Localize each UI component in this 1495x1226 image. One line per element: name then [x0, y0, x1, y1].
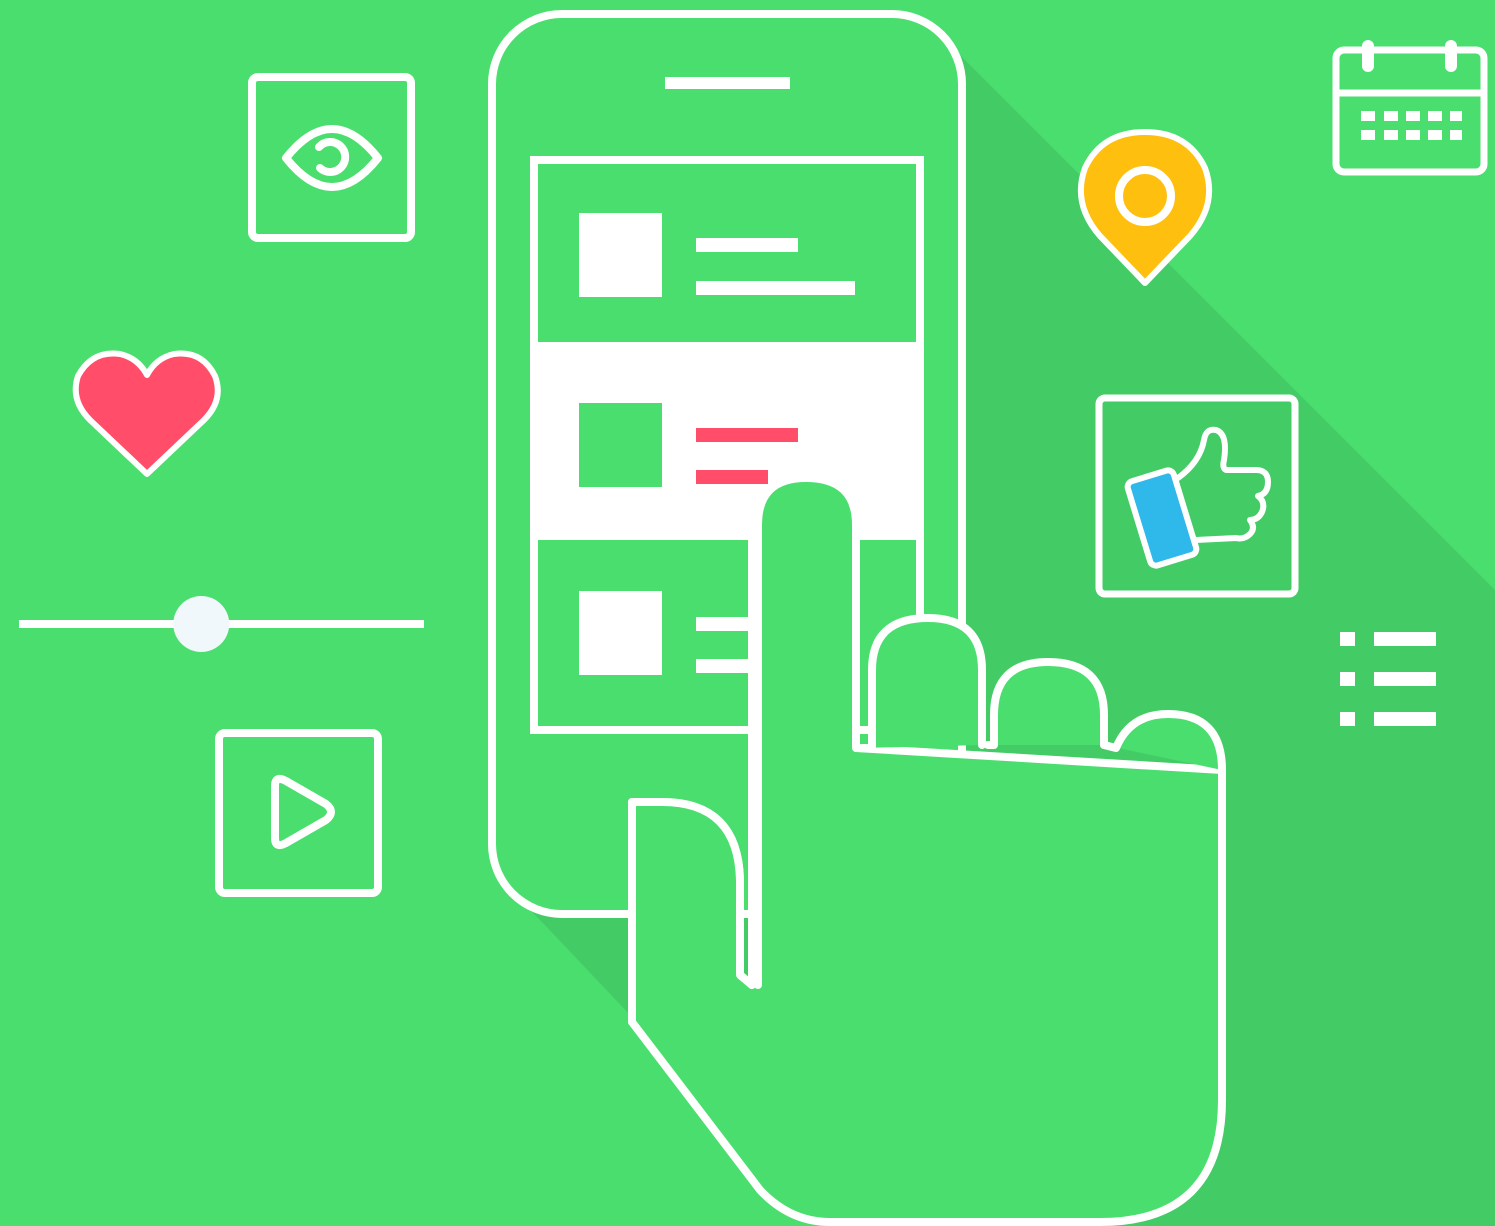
list-item-subtitle-line: [696, 470, 768, 484]
middle-finger: [858, 614, 986, 752]
list-item-thumbnail: [579, 213, 662, 297]
ring-finger: [984, 658, 1108, 749]
list-item-subtitle-line: [696, 281, 855, 295]
list-item-thumbnail: [579, 591, 662, 675]
list-item-selected[interactable]: [534, 342, 920, 540]
slider-thumb[interactable]: [173, 596, 230, 652]
thumb: [628, 798, 756, 1026]
illustration-canvas: [0, 0, 1495, 1226]
list-item-title-line: [696, 428, 798, 442]
list-item[interactable]: [538, 164, 916, 342]
illustration-svg: [0, 0, 1495, 1226]
list-item-thumbnail: [579, 403, 662, 487]
list-item-title-line: [696, 238, 798, 252]
